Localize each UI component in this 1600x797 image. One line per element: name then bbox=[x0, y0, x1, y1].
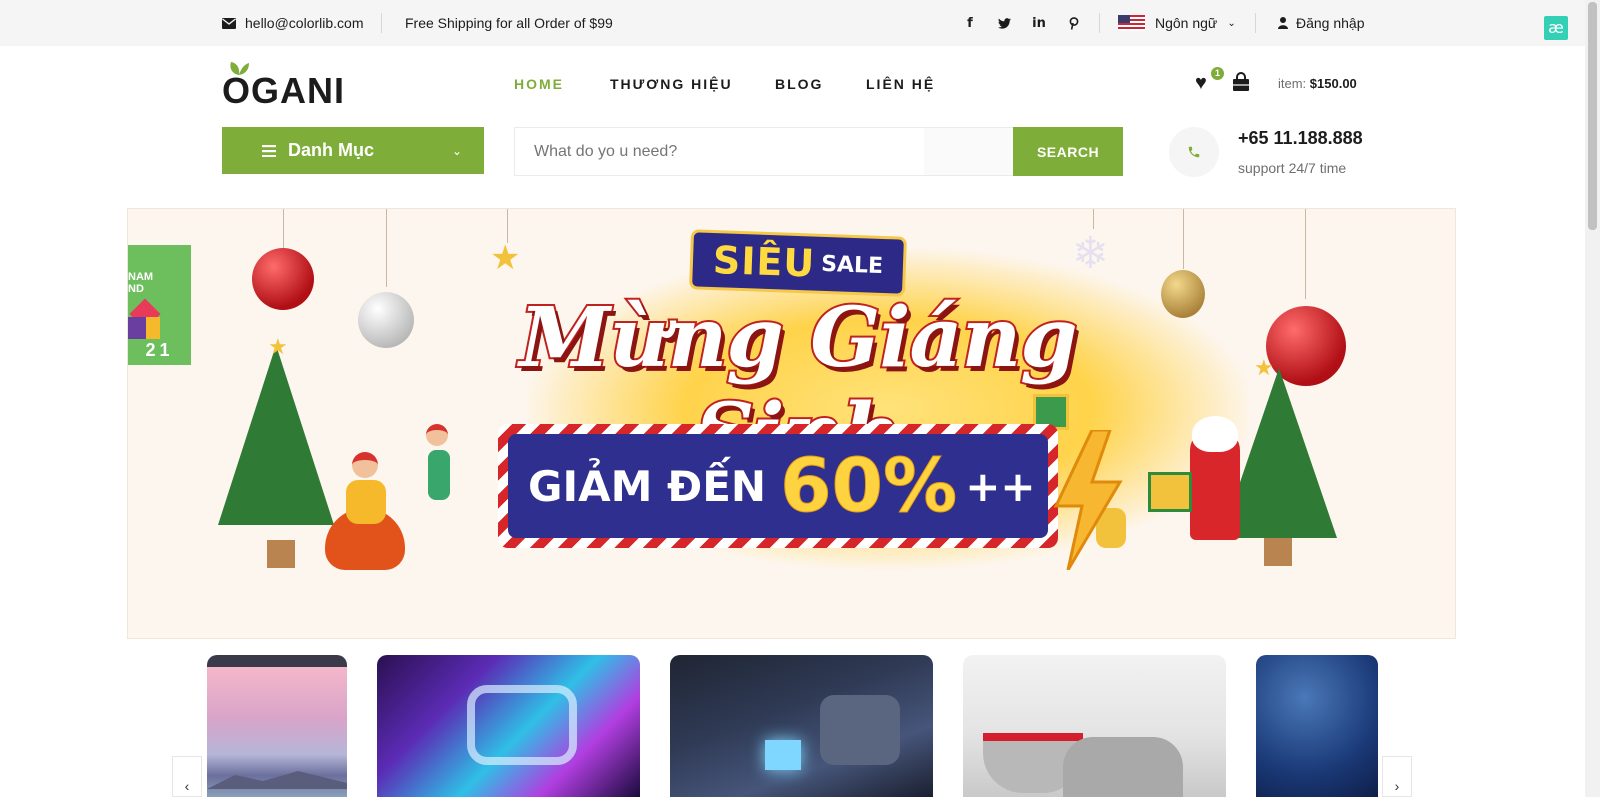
discount-value: 60% bbox=[780, 443, 958, 530]
chevron-down-icon: ⌄ bbox=[452, 144, 463, 158]
chevron-right-icon: › bbox=[1394, 778, 1400, 794]
santa-beard bbox=[1192, 416, 1238, 452]
person-head bbox=[352, 452, 378, 478]
shipping-notice: Free Shipping for all Order of $99 bbox=[405, 0, 613, 46]
category-tile-pc-cooling[interactable] bbox=[377, 655, 640, 797]
cart-label: item: bbox=[1278, 76, 1307, 91]
shipping-text: Free Shipping for all Order of $99 bbox=[405, 15, 613, 31]
discount-text: GIẢM ĐẾN bbox=[528, 461, 767, 511]
email-contact[interactable]: hello@colorlib.com bbox=[222, 0, 363, 46]
linkedin-icon[interactable]: in bbox=[1030, 0, 1048, 46]
email-text: hello@colorlib.com bbox=[245, 15, 364, 31]
site-logo[interactable]: OGANI bbox=[222, 70, 345, 112]
christmas-tree-left bbox=[218, 345, 334, 525]
facebook-icon[interactable]: f bbox=[961, 0, 979, 46]
category-tile-display[interactable] bbox=[207, 655, 347, 797]
ornament-string bbox=[1305, 209, 1306, 299]
mountain-shape bbox=[207, 771, 347, 789]
phone-icon-circle bbox=[1169, 127, 1219, 177]
cart-amount: $150.00 bbox=[1309, 76, 1357, 91]
search-category-area bbox=[924, 127, 1013, 176]
topbar-divider bbox=[1099, 13, 1100, 33]
person-figure bbox=[346, 480, 386, 524]
side-card-year: 21 bbox=[145, 340, 174, 360]
ornament-string bbox=[283, 209, 284, 249]
us-flag-icon bbox=[1118, 15, 1145, 31]
tree-trunk bbox=[1264, 538, 1292, 566]
nav-contact[interactable]: LIÊN HỆ bbox=[866, 76, 935, 92]
chevron-down-icon: ⌄ bbox=[1227, 17, 1236, 29]
language-label: Ngôn ngữ bbox=[1155, 15, 1218, 31]
discount-ribbon: GIẢM ĐẾN 60% ++ bbox=[508, 434, 1048, 538]
chip-shape bbox=[765, 740, 801, 770]
diamond-shape bbox=[146, 317, 160, 339]
pinterest-icon[interactable] bbox=[1065, 0, 1083, 46]
tree-star-icon: ★ bbox=[1254, 355, 1274, 380]
ornament-string bbox=[1093, 209, 1094, 229]
menu-bars-icon bbox=[262, 145, 276, 157]
tree-trunk bbox=[267, 540, 295, 568]
carousel-next-button[interactable]: › bbox=[1382, 756, 1412, 797]
snowflake-ornament: ❄ bbox=[1072, 229, 1109, 278]
envelope-icon bbox=[222, 17, 236, 29]
language-selector[interactable]: Ngôn ngữ ⌄ bbox=[1118, 0, 1236, 46]
nav-blog[interactable]: BLOG bbox=[775, 76, 823, 92]
phone-icon bbox=[1188, 146, 1200, 158]
super-sale-badge: SIÊU SALE bbox=[689, 229, 907, 297]
wishlist-count-badge: 1 bbox=[1211, 67, 1224, 80]
twitter-icon[interactable] bbox=[995, 0, 1013, 46]
side-card-text: NAM ND bbox=[128, 271, 154, 295]
discount-suffix: ++ bbox=[965, 461, 1036, 511]
nav-home[interactable]: HOME bbox=[514, 76, 564, 92]
lightning-bolt-icon bbox=[1053, 430, 1123, 570]
user-icon bbox=[1278, 17, 1288, 29]
device-shape bbox=[820, 695, 900, 765]
ornament-string bbox=[386, 209, 387, 287]
departments-label: Danh Mục bbox=[288, 140, 375, 160]
red-ornament bbox=[252, 248, 314, 310]
wishlist-heart-icon[interactable]: ♥ bbox=[1195, 72, 1207, 95]
nav-brands[interactable]: THƯƠNG HIỆU bbox=[610, 76, 733, 92]
tube-shape bbox=[467, 685, 577, 765]
phone-number: +65 11.188.888 bbox=[1238, 128, 1363, 148]
star-ornament: ★ bbox=[490, 239, 521, 277]
topbar-divider bbox=[381, 13, 382, 33]
topbar-divider bbox=[1255, 13, 1256, 33]
ornament-string bbox=[1183, 209, 1184, 269]
support-text: support 24/7 time bbox=[1238, 160, 1347, 176]
silver-ornament bbox=[358, 292, 414, 348]
bowl-shape bbox=[1063, 737, 1183, 797]
category-tile-space[interactable] bbox=[1256, 655, 1378, 797]
badge-sale-text: SALE bbox=[820, 251, 884, 279]
shopping-bag-icon[interactable] bbox=[1232, 72, 1250, 92]
login-link[interactable]: Đăng nhập bbox=[1278, 0, 1365, 46]
login-label: Đăng nhập bbox=[1296, 15, 1365, 31]
cart-total: item: $150.00 bbox=[1278, 76, 1357, 91]
diamond-shape bbox=[128, 317, 148, 339]
browser-extension-icon[interactable]: æ bbox=[1544, 16, 1568, 40]
chevron-left-icon: ‹ bbox=[184, 778, 190, 794]
category-tile-kitchen[interactable] bbox=[963, 655, 1226, 797]
tree-star-icon: ★ bbox=[268, 334, 288, 359]
search-input[interactable] bbox=[514, 127, 924, 176]
scrollbar-thumb[interactable] bbox=[1588, 2, 1597, 230]
category-tile-electronics[interactable] bbox=[670, 655, 933, 797]
search-button[interactable]: SEARCH bbox=[1013, 127, 1123, 176]
carousel-prev-button[interactable]: ‹ bbox=[172, 756, 202, 797]
badge-main-text: SIÊU bbox=[712, 238, 816, 286]
